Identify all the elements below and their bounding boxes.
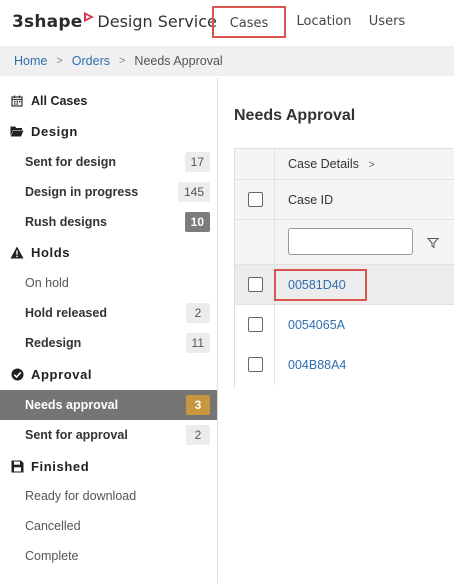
app-logo[interactable]: 3shape Design Service [12,12,217,34]
group-header-label[interactable]: Case Details > [288,157,375,171]
table-row[interactable]: 0054065A [235,305,454,345]
case-id-link[interactable]: 004B88A4 [288,358,346,372]
page-title: Needs Approval [234,107,356,124]
section-label: Design [31,123,78,139]
breadcrumb-separator: > [56,55,63,67]
section-label: Holds [31,244,71,260]
grid-cell-select [235,345,275,385]
sidebar-item-complete[interactable]: Complete [0,541,217,571]
sidebar-item-sent-for-approval[interactable]: Sent for approval 2 [0,420,217,450]
section-finished: Finished [0,458,218,474]
brand-triangle-icon [83,10,95,22]
grid-cell-spacer [235,149,275,179]
sidebar-item-label: Hold released [25,306,107,320]
product-name: Design Service [97,12,217,31]
breadcrumb-home[interactable]: Home [14,54,47,68]
grid-filter-row [235,220,454,265]
sidebar-item-label: Needs approval [25,398,119,412]
nav-location[interactable]: Location [288,6,360,38]
check-circle-icon [10,367,24,381]
calendar-icon [10,94,24,108]
table-row[interactable]: 004B88A4 [235,345,454,385]
row-checkbox[interactable] [248,357,263,372]
folder-open-icon [10,124,24,138]
sidebar-item-label: On hold [25,276,69,290]
cases-grid: Case Details > Case ID 00581D40 0054065A [234,148,454,388]
section-label: Finished [31,458,90,474]
group-header-text: Case Details [288,157,359,171]
case-id-filter-input[interactable] [288,228,413,255]
sidebar-item-cancelled[interactable]: Cancelled [0,511,217,541]
grid-group-header: Case Details > [235,149,454,180]
nav-users[interactable]: Users [362,6,412,38]
grid-cell-select [235,305,275,345]
sidebar-item-all-cases[interactable]: All Cases [0,93,218,109]
breadcrumb-separator: > [118,55,126,67]
highlight-annotation [274,269,367,301]
brand-name: 3shape [12,12,83,32]
sidebar-item-label: Rush designs [25,215,107,229]
sidebar-item-design-in-progress[interactable]: Design in progress 145 [0,177,217,207]
grid-cell-spacer [235,220,275,264]
select-all-checkbox[interactable] [248,192,263,207]
sidebar: All Cases Design Sent for design 17 Desi… [0,78,218,583]
sidebar-item-label: Ready for download [25,489,137,503]
chevron-right-icon: > [368,159,375,171]
breadcrumb: Home > Orders > Needs Approval [0,46,454,76]
grid-cell-select [235,265,275,304]
sidebar-item-rush-designs[interactable]: Rush designs 10 [0,207,217,237]
count-badge: 11 [185,333,210,353]
sidebar-item-ready-for-download[interactable]: Ready for download [0,481,217,511]
count-badge: 2 [186,425,210,445]
sidebar-item-redesign[interactable]: Redesign 11 [0,328,217,358]
sidebar-label: All Cases [31,94,88,108]
count-badge: 3 [186,395,210,415]
sidebar-item-label: Sent for approval [25,428,128,442]
sidebar-item-sent-for-design[interactable]: Sent for design 17 [0,147,217,177]
row-checkbox[interactable] [248,317,263,332]
column-header-case-id[interactable]: Case ID [288,193,333,207]
grid-column-header: Case ID [235,180,454,220]
case-id-link[interactable]: 0054065A [288,318,345,332]
section-label: Approval [31,366,93,382]
breadcrumb-current: Needs Approval [134,54,223,68]
main-nav: Cases Location Users [212,6,412,38]
section-approval: Approval [0,366,218,382]
save-icon [10,459,24,473]
count-badge: 17 [184,152,210,172]
nav-cases[interactable]: Cases [212,6,286,38]
count-badge: 10 [184,212,210,232]
filter-icon[interactable] [426,236,440,249]
sidebar-item-needs-approval[interactable]: Needs approval 3 [0,390,217,420]
sidebar-item-label: Sent for design [25,155,116,169]
section-holds: Holds [0,244,218,260]
row-checkbox[interactable] [248,277,263,292]
sidebar-item-hold-released[interactable]: Hold released 2 [0,298,217,328]
sidebar-item-on-hold[interactable]: On hold [0,268,217,298]
count-badge: 2 [186,303,210,323]
sidebar-item-label: Cancelled [25,519,81,533]
sidebar-item-label: Complete [25,549,79,563]
top-bar: 3shape Design Service Cases Location Use… [0,0,454,44]
sidebar-item-label: Redesign [25,336,82,350]
count-badge: 145 [177,182,210,202]
breadcrumb-orders[interactable]: Orders [72,54,110,68]
warning-icon [10,245,24,259]
section-design: Design [0,123,218,139]
sidebar-item-label: Design in progress [25,185,139,199]
grid-cell-select-all [235,180,275,219]
